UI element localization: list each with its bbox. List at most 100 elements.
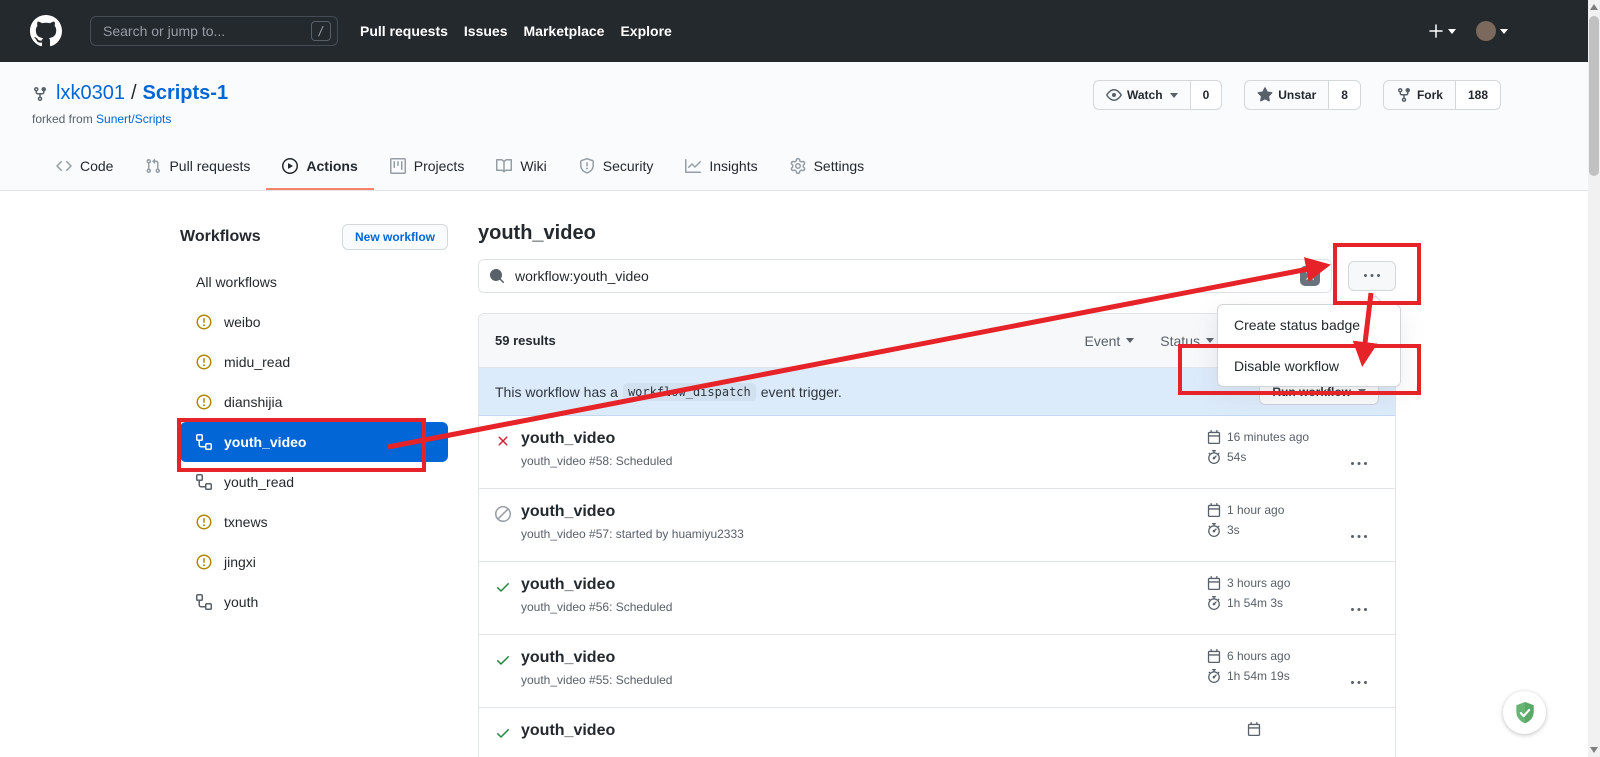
tab-label: Security — [603, 158, 654, 174]
scrollbar-up-arrow[interactable] — [1590, 4, 1598, 10]
fork-count[interactable]: 188 — [1455, 80, 1501, 110]
run-title-link[interactable]: youth_video — [521, 503, 744, 521]
adguard-extension-badge[interactable] — [1503, 691, 1546, 734]
workflows-heading: Workflows — [180, 228, 261, 246]
chevron-down-icon — [1206, 338, 1214, 343]
sidebar-item-txnews[interactable]: txnews — [180, 502, 448, 542]
run-meta: 16 minutes ago 54s — [1207, 430, 1339, 488]
pull-request-icon — [145, 158, 161, 174]
status-filter[interactable]: Status — [1160, 333, 1214, 349]
run-time: 6 hours ago — [1227, 649, 1290, 663]
run-meta: 6 hours ago 1h 54m 19s — [1207, 649, 1339, 707]
browser-scrollbar[interactable] — [1588, 0, 1600, 757]
calendar-icon — [1207, 430, 1221, 444]
tab-settings[interactable]: Settings — [774, 146, 881, 190]
nav-issues[interactable]: Issues — [464, 23, 508, 39]
gear-icon — [790, 158, 806, 174]
user-menu[interactable] — [1476, 21, 1508, 41]
sidebar-item-youth-read[interactable]: youth_read — [180, 462, 448, 502]
nav-explore[interactable]: Explore — [620, 23, 671, 39]
chevron-down-icon — [1126, 338, 1134, 343]
scrollbar-thumb[interactable] — [1589, 16, 1599, 176]
results-count: 59 results — [495, 333, 556, 348]
nav-pull-requests[interactable]: Pull requests — [360, 23, 448, 39]
workflow-icon — [196, 594, 212, 610]
workflow-options-button[interactable] — [1348, 261, 1396, 291]
top-nav-links: Pull requests Issues Marketplace Explore — [360, 23, 672, 39]
check-success-icon — [495, 579, 511, 595]
forked-from-link[interactable]: Sunert/Scripts — [96, 112, 171, 126]
run-title-link[interactable]: youth_video — [521, 430, 672, 448]
forked-from-line: forked from Sunert/Scripts — [32, 112, 171, 126]
new-workflow-button[interactable]: New workflow — [342, 224, 448, 250]
tab-label: Insights — [709, 158, 757, 174]
workflow-label: youth — [224, 594, 258, 610]
run-row: youth_video youth_video #57: started by … — [479, 489, 1395, 562]
run-title-link[interactable]: youth_video — [521, 649, 672, 667]
workflow-label: All workflows — [196, 274, 277, 290]
tab-wiki[interactable]: Wiki — [480, 146, 562, 190]
tab-insights[interactable]: Insights — [669, 146, 773, 190]
event-filter[interactable]: Event — [1084, 333, 1134, 349]
sidebar-item-jingxi[interactable]: jingxi — [180, 542, 448, 582]
repo-name-link[interactable]: Scripts-1 — [143, 82, 229, 105]
run-title-link[interactable]: youth_video — [521, 722, 615, 740]
warning-icon — [196, 554, 212, 570]
run-row: youth_video youth_video #58: Scheduled 1… — [479, 416, 1395, 489]
sidebar-item-youth[interactable]: youth — [180, 582, 448, 622]
runs-search-input[interactable] — [478, 259, 1332, 293]
workflow-icon — [196, 474, 212, 490]
create-new-dropdown[interactable] — [1428, 23, 1456, 39]
run-options-button[interactable] — [1339, 586, 1379, 634]
slash-shortcut-key: / — [311, 21, 331, 41]
sidebar-item-youth-video[interactable]: youth_video — [180, 422, 448, 462]
tab-code[interactable]: Code — [40, 146, 129, 190]
clear-search-button[interactable] — [1300, 266, 1320, 286]
watch-label: Watch — [1127, 88, 1163, 102]
warning-icon — [196, 354, 212, 370]
page-title: youth_video — [478, 222, 1396, 245]
fork-button[interactable]: Fork — [1383, 80, 1455, 110]
sidebar-item-dianshijia[interactable]: dianshijia — [180, 382, 448, 422]
top-navigation-bar: / Pull requests Issues Marketplace Explo… — [0, 0, 1600, 62]
check-success-icon — [495, 652, 511, 668]
tab-pull-requests[interactable]: Pull requests — [129, 146, 266, 190]
kebab-horizontal-icon — [1351, 529, 1367, 545]
chevron-down-icon — [1358, 389, 1366, 394]
run-subtitle: youth_video #55: Scheduled — [521, 673, 672, 687]
menu-item-create-status-badge[interactable]: Create status badge — [1218, 305, 1400, 345]
tab-security[interactable]: Security — [563, 146, 670, 190]
banner-text-before: This workflow has a — [495, 384, 618, 400]
tab-label: Wiki — [520, 158, 546, 174]
sidebar-item-all-workflows[interactable]: All workflows — [180, 262, 448, 302]
calendar-icon — [1207, 649, 1221, 663]
unstar-button[interactable]: Unstar — [1244, 80, 1328, 110]
run-title-link[interactable]: youth_video — [521, 576, 672, 594]
repo-tabs: Code Pull requests Actions Projects Wiki… — [40, 146, 880, 190]
nav-marketplace[interactable]: Marketplace — [524, 23, 605, 39]
scrollbar-down-arrow[interactable] — [1590, 747, 1598, 753]
run-meta: 3 hours ago 1h 54m 3s — [1207, 576, 1339, 634]
star-group: Unstar 8 — [1244, 80, 1361, 110]
watch-count[interactable]: 0 — [1190, 80, 1223, 110]
tab-projects[interactable]: Projects — [374, 146, 481, 190]
graph-icon — [685, 158, 701, 174]
github-actions-page: / Pull requests Issues Marketplace Explo… — [0, 0, 1600, 757]
run-options-button[interactable] — [1339, 513, 1379, 561]
watch-button[interactable]: Watch — [1093, 80, 1190, 110]
sidebar-item-weibo[interactable]: weibo — [180, 302, 448, 342]
github-logo-icon[interactable] — [30, 15, 62, 47]
sidebar-item-midu-read[interactable]: midu_read — [180, 342, 448, 382]
tab-label: Actions — [306, 158, 357, 174]
run-options-button[interactable] — [1339, 440, 1379, 488]
calendar-icon — [1207, 576, 1221, 590]
watch-group: Watch 0 — [1093, 80, 1222, 110]
menu-item-disable-workflow[interactable]: Disable workflow — [1218, 345, 1400, 386]
star-count[interactable]: 8 — [1328, 80, 1361, 110]
tab-actions[interactable]: Actions — [266, 146, 373, 190]
repo-owner-link[interactable]: lxk0301 — [56, 82, 125, 105]
run-options-button[interactable] — [1339, 659, 1379, 707]
repo-forked-icon — [32, 86, 48, 102]
run-time: 3 hours ago — [1227, 576, 1290, 590]
global-search-input[interactable] — [90, 16, 338, 46]
